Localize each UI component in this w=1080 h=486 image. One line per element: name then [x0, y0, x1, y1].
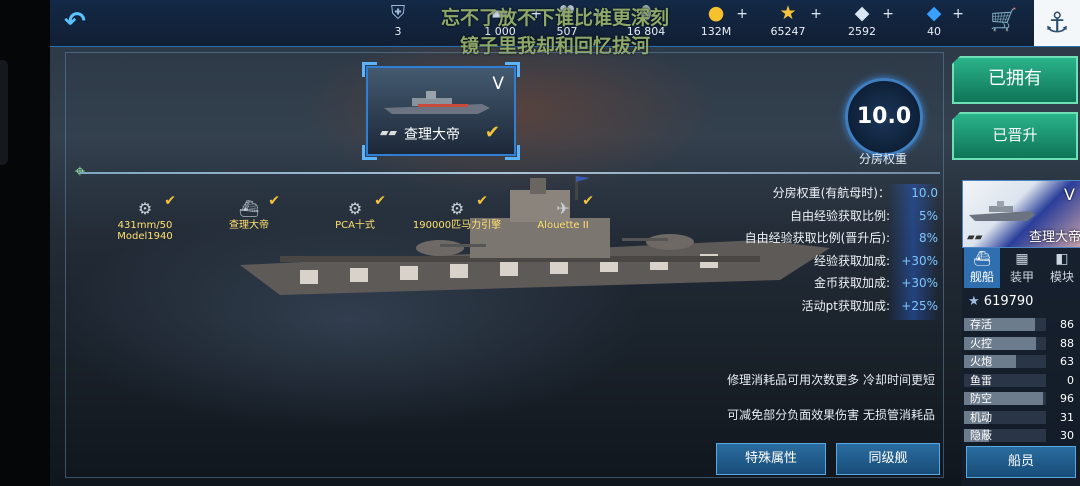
- stat-row: 自由经验获取比例(晋升后): 8%: [744, 231, 938, 245]
- helicopter-icon: ✈: [556, 199, 570, 218]
- shop-cart-icon[interactable]: 🛒: [990, 8, 1017, 33]
- ship-tab-icon: ⛴: [973, 251, 991, 267]
- promoted-button[interactable]: 已晋升: [952, 112, 1078, 160]
- stat-row: 活动pt获取加成: +25%: [801, 298, 938, 313]
- module-tab-icon: ◧: [1055, 251, 1069, 267]
- tab-module[interactable]: ◧ 模块: [1044, 248, 1080, 288]
- ship-tier: V: [1064, 185, 1075, 204]
- armor-tab-icon: ▦: [1015, 251, 1029, 267]
- equipment-label: 查理大帝: [229, 220, 269, 231]
- special-attributes-button[interactable]: 特殊属性: [716, 443, 826, 475]
- checkmark-icon: ✔: [374, 193, 386, 209]
- ship-class-mark: ▰▰: [380, 126, 397, 139]
- equipment-main-gun[interactable]: ⚙ ✔ 431mm/50 Model1940: [100, 193, 190, 242]
- ship-thumbnail: [384, 91, 490, 114]
- weight-badge: 10.0: [845, 78, 923, 156]
- equipment-hull[interactable]: ⛴ ✔ 查理大帝: [204, 193, 294, 231]
- checkmark-icon: ✔: [484, 122, 500, 143]
- special-description: 修理消耗品可用次数更多 冷却时间更短: [727, 373, 935, 387]
- tab-armor[interactable]: ▦ 装甲: [1004, 248, 1040, 288]
- same-class-button[interactable]: 同级舰: [836, 443, 940, 475]
- star-icon: ★: [968, 294, 980, 309]
- resource-star[interactable]: ★ + 65247: [766, 0, 823, 46]
- resource-blue-gem[interactable]: ◆ + 40: [916, 0, 964, 46]
- main-gun-icon: ⚙: [137, 199, 153, 218]
- ship-name: 查理大帝: [1028, 230, 1080, 245]
- aa-gun-icon: ⚙: [347, 199, 363, 218]
- bonus-stats: 分房权重(有航母时)： 10.0 自由经验获取比例: 5% 自由经验获取比例(晋升后…: [710, 182, 940, 317]
- equipment-label: Alouette II: [537, 220, 589, 231]
- attribute-row: 火炮 63: [964, 353, 1080, 370]
- sidebar-ship-card[interactable]: V ▰▰ 查理大帝: [962, 180, 1080, 248]
- stat-row: 自由经验获取比例: 5%: [789, 208, 938, 223]
- ship-thumbnail: [969, 201, 1035, 221]
- attribute-bars: 存活 86 火控 88 火炮 63 鱼雷 0 防空 96 机动 31 隐蔽 30: [964, 316, 1080, 446]
- attribute-row: 存活 86: [964, 316, 1080, 333]
- weight-value: 10.0: [856, 104, 912, 129]
- blue-gem-icon: ◆: [926, 2, 942, 24]
- game-scene: ↶ ⛨ 3 ▬ + 1 000 ♥ + 507 ⬮ 16 804 ● + 132…: [50, 0, 1080, 486]
- equipment-label: PCA十式: [335, 220, 375, 231]
- checkmark-icon: ✔: [268, 193, 280, 209]
- tab-ship[interactable]: ⛴ 舰船: [964, 248, 1000, 288]
- notch: [0, 60, 8, 165]
- equipment-aa[interactable]: ⚙ ✔ PCA十式: [310, 193, 400, 231]
- resource-diamond[interactable]: ◆ + 2592: [842, 0, 894, 46]
- attribute-row: 机动 31: [964, 409, 1080, 426]
- card-corner: [505, 145, 520, 160]
- gold-coin-icon: ●: [707, 2, 725, 24]
- engine-icon: ⚙: [449, 199, 465, 218]
- checkmark-icon: ✔: [164, 193, 176, 209]
- diamond-icon: ◆: [854, 2, 870, 24]
- attribute-row: 隐蔽 30: [964, 427, 1080, 444]
- attribute-row: 防空 96: [964, 390, 1080, 407]
- selected-ship-card[interactable]: V ▰▰ 查理大帝 ✔: [362, 62, 520, 160]
- anchor-icon[interactable]: ⚓: [1034, 0, 1080, 46]
- equipment-label: 431mm/50 Model1940: [117, 220, 173, 242]
- weight-label: 分房权重: [858, 152, 907, 166]
- card-corner: [362, 145, 377, 160]
- card-corner: [362, 62, 377, 77]
- back-icon[interactable]: ↶: [58, 8, 92, 36]
- owned-button[interactable]: 已拥有: [952, 56, 1078, 104]
- stat-row: 经验获取加成: +30%: [813, 253, 938, 268]
- crew-button[interactable]: 船员: [966, 446, 1076, 478]
- equipment-helicopter[interactable]: ✈ ✔ Alouette II: [518, 193, 608, 231]
- stat-row: 分房权重(有航母时)： 10.0: [772, 186, 938, 200]
- ship-detail-sidebar: V ▰▰ 查理大帝 ⛴ 舰船 ▦ 装甲 ◧ 模块 ★ 619790 存活 86 火控 88…: [962, 180, 1080, 486]
- ship-hull-icon: ⛴: [238, 199, 260, 218]
- equipment-label: 190000匹马力引擎: [412, 220, 502, 231]
- checkmark-icon: ✔: [582, 193, 594, 209]
- star-icon: ★: [779, 2, 797, 24]
- ship-class-mark: ▰▰: [967, 232, 983, 243]
- checkmark-icon: ✔: [476, 193, 488, 209]
- ship-name: 查理大帝: [404, 127, 460, 143]
- detail-tabs: ⛴ 舰船 ▦ 装甲 ◧ 模块: [964, 248, 1080, 288]
- stat-row: 金币获取加成: +30%: [813, 276, 938, 290]
- card-corner: [505, 62, 520, 77]
- special-description: 可减免部分负面效果伤害 无损管消耗品: [727, 408, 935, 422]
- attribute-row: 鱼雷 0: [964, 372, 1080, 389]
- lyrics-line-1: 忘不了放不下谁比谁更深刻: [440, 7, 669, 29]
- left-edge: [0, 0, 50, 486]
- attribute-row: 火控 88: [964, 335, 1080, 352]
- equipment-engine[interactable]: ⚙ ✔ 190000匹马力引擎: [412, 193, 502, 231]
- ship-tier: V: [492, 74, 504, 94]
- combat-score: ★ 619790: [968, 294, 1034, 309]
